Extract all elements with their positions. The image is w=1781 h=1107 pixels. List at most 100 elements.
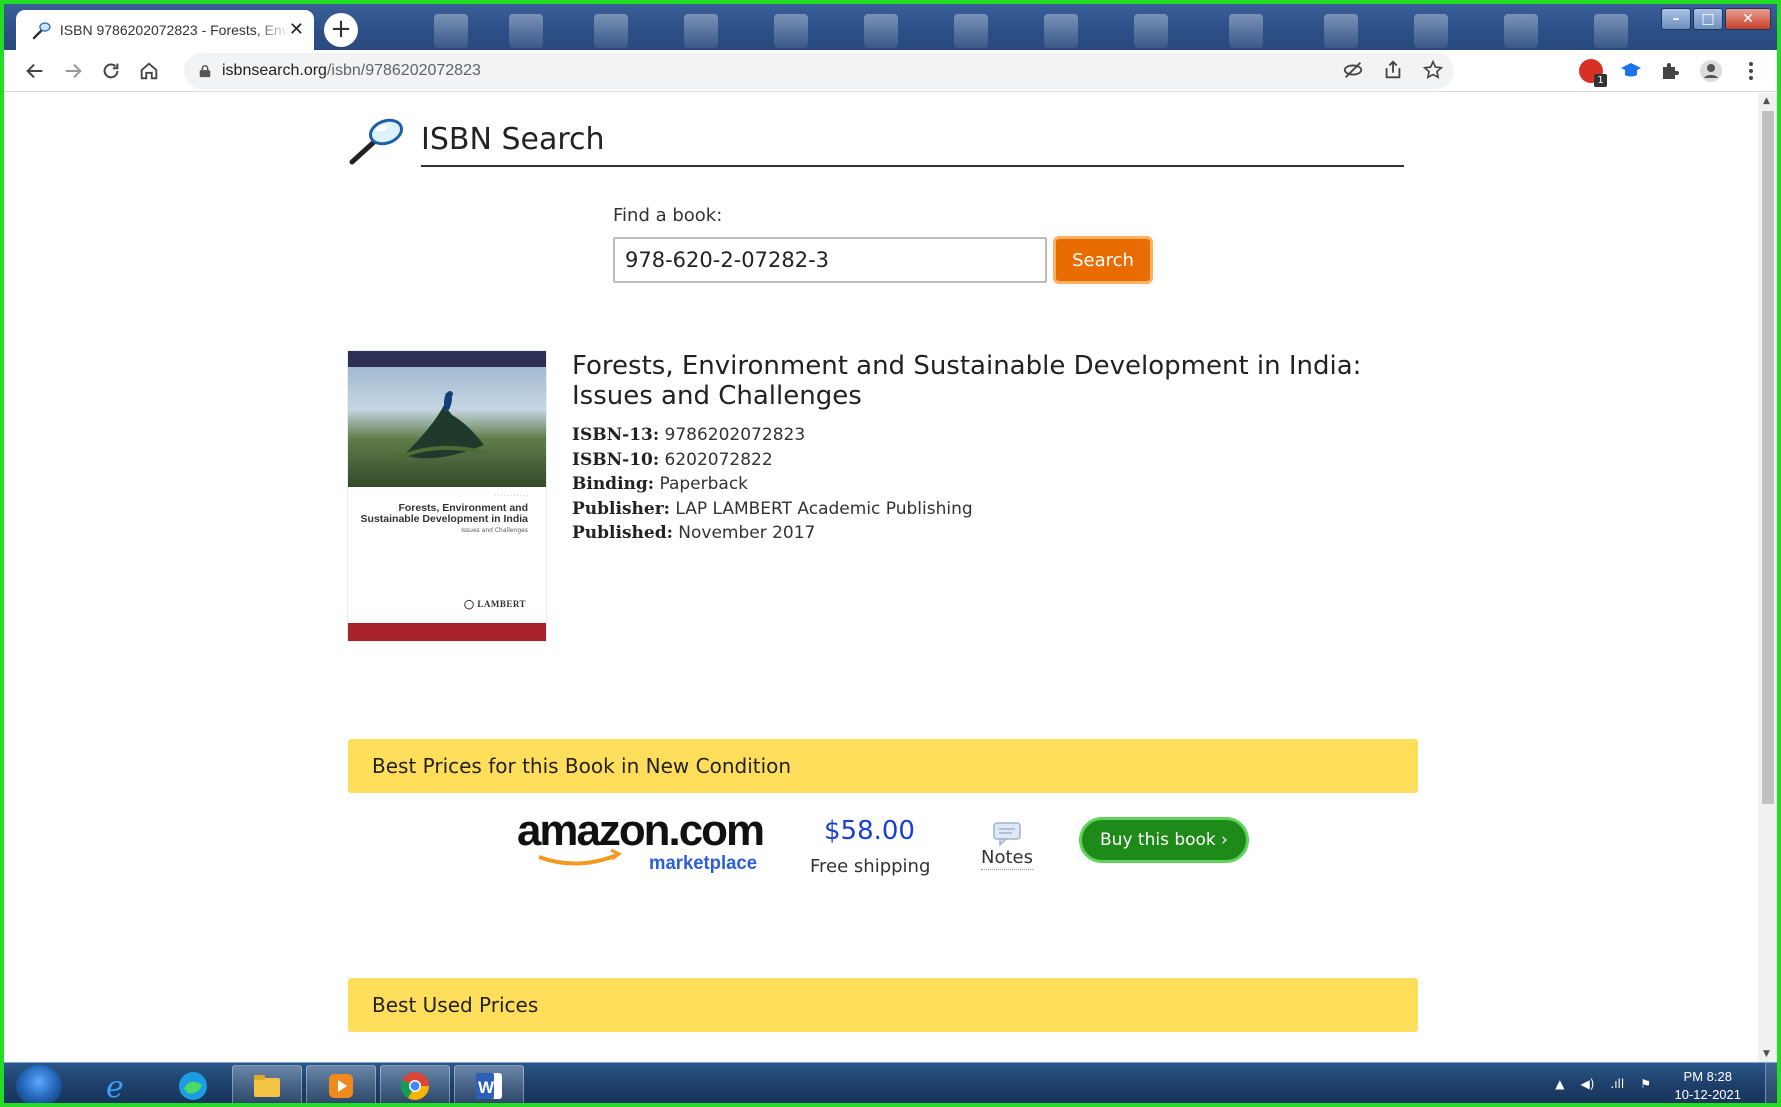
internet-explorer-icon: e: [106, 1070, 124, 1103]
page-scrollbar[interactable]: ▲ ▼: [1758, 93, 1777, 1062]
minimize-button[interactable]: –: [1661, 8, 1691, 30]
show-desktop-button[interactable]: [1765, 1063, 1781, 1107]
cover-brand-text: LAMBERT: [477, 599, 527, 609]
scroll-up-arrow-icon[interactable]: ▲: [1763, 96, 1770, 106]
cover-publisher-logo: ◯ LAMBERT: [464, 599, 527, 609]
book-details: ISBN-13: 9786202072823 ISBN-10: 62020728…: [572, 423, 973, 546]
page-content: ISBN Search Find a book: Search · · · · …: [4, 93, 1758, 1062]
home-button[interactable]: [130, 52, 168, 90]
media-player-icon: [329, 1074, 353, 1098]
cover-author-line: · · · · · · · · · · ·: [494, 493, 528, 499]
used-prices-heading: Best Used Prices: [348, 978, 1418, 1032]
url-path: /isbn/9786202072823: [326, 62, 481, 79]
volume-icon[interactable]: ◀): [1580, 1077, 1594, 1091]
taskbar-media-player[interactable]: [306, 1065, 376, 1107]
browser-tab[interactable]: ISBN 9786202072823 - Forests, Environmen…: [16, 10, 314, 50]
buy-this-book-button[interactable]: Buy this book ›: [1079, 817, 1249, 863]
adblock-extension-icon[interactable]: [1579, 59, 1607, 87]
amazon-marketplace-text: marketplace: [649, 853, 757, 874]
cover-subtitle: Issues and Challenges: [461, 527, 528, 534]
tab-title: ISBN 9786202072823 - Forests, Environmen…: [59, 22, 289, 38]
maximize-button[interactable]: □: [1693, 8, 1723, 30]
book-cover-image: · · · · · · · · · · · Forests, Environme…: [348, 351, 546, 641]
reload-icon: [103, 63, 119, 78]
cover-bottom-band: [348, 623, 546, 641]
windows-taskbar: e W ▲ ◀) .ıll ⚑ PM 8:28 10-12-2021: [0, 1062, 1781, 1107]
field-value: LAP LAMBERT Academic Publishing: [675, 498, 973, 519]
browser-toolbar: isbnsearch.org/isbn/9786202072823: [4, 50, 1777, 92]
taskbar-word[interactable]: W: [454, 1065, 524, 1107]
action-center-flag-icon[interactable]: ⚑: [1640, 1077, 1651, 1091]
back-button[interactable]: [16, 52, 54, 90]
taskbar-file-explorer[interactable]: [232, 1065, 302, 1107]
extensions-puzzle-icon[interactable]: [1659, 59, 1683, 83]
window-controls: – □ ✕: [1661, 8, 1771, 30]
graduation-cap-extension-icon[interactable]: [1619, 59, 1643, 83]
reload-button[interactable]: [92, 52, 130, 90]
site-title: ISBN Search: [421, 122, 605, 157]
forward-arrow-icon: [65, 63, 82, 78]
kebab-menu-icon[interactable]: [1739, 59, 1763, 83]
notes-link[interactable]: Notes: [976, 821, 1038, 870]
amazon-wordmark: amazon.com: [517, 806, 763, 855]
chrome-icon: [400, 1072, 429, 1100]
taskbar-clock[interactable]: PM 8:28 10-12-2021: [1675, 1068, 1742, 1104]
tab-close-icon[interactable]: ✕: [289, 21, 304, 39]
published-row: Published: November 2017: [572, 521, 973, 546]
eye-off-icon[interactable]: [1342, 59, 1364, 81]
browser-title-bar: ISBN 9786202072823 - Forests, Environmen…: [4, 4, 1777, 50]
tray-expand-icon[interactable]: ▲: [1555, 1077, 1564, 1091]
price-value[interactable]: $58.00: [824, 816, 915, 846]
field-value: 9786202072823: [664, 425, 806, 445]
taskbar-edge[interactable]: [158, 1065, 228, 1107]
back-arrow-icon: [26, 63, 43, 78]
shipping-text: Free shipping: [810, 856, 931, 877]
svg-text:e: e: [106, 1070, 124, 1103]
start-button[interactable]: [16, 1065, 62, 1107]
cover-top-band: [348, 351, 546, 367]
forward-button[interactable]: [54, 52, 92, 90]
home-icon: [140, 61, 158, 79]
profile-avatar-icon[interactable]: [1699, 59, 1723, 83]
field-label: Binding:: [572, 474, 655, 494]
new-tab-button[interactable]: +: [324, 13, 358, 47]
url-host: isbnsearch.org: [222, 62, 327, 79]
binding-row: Binding: Paperback: [572, 472, 973, 497]
clock-time: PM 8:28: [1683, 1069, 1732, 1084]
edge-icon: [179, 1072, 207, 1100]
network-signal-icon[interactable]: .ıll: [1610, 1077, 1624, 1091]
speech-bubble-icon: [993, 822, 1021, 847]
close-window-button[interactable]: ✕: [1725, 8, 1771, 30]
field-label: Published:: [572, 523, 673, 543]
field-value: Paperback: [659, 474, 749, 494]
taskbar-chrome[interactable]: [380, 1065, 450, 1107]
address-bar[interactable]: isbnsearch.org/isbn/9786202072823: [184, 53, 1454, 89]
bookmark-star-icon[interactable]: [1422, 59, 1444, 81]
isbn-search-input[interactable]: [613, 237, 1047, 283]
magnifier-favicon-icon: [32, 22, 51, 40]
field-value: November 2017: [678, 523, 816, 543]
book-title: Forests, Environment and Sustainable Dev…: [572, 351, 1362, 411]
taskbar-internet-explorer[interactable]: e: [84, 1065, 154, 1107]
publisher-row: Publisher: LAP LAMBERT Academic Publishi…: [572, 497, 973, 522]
clock-date: 10-12-2021: [1674, 1087, 1742, 1102]
search-button[interactable]: Search: [1053, 236, 1153, 284]
find-book-label: Find a book:: [613, 205, 723, 226]
svg-text:W: W: [478, 1078, 495, 1097]
scroll-down-arrow-icon[interactable]: ▼: [1763, 1049, 1770, 1059]
folder-icon: [254, 1075, 280, 1097]
isbn10-row: ISBN-10: 6202072822: [572, 448, 973, 473]
notes-label: Notes: [981, 847, 1033, 870]
url-text: isbnsearch.org/isbn/9786202072823: [222, 62, 481, 80]
lock-icon: [199, 65, 211, 78]
share-icon[interactable]: [1382, 59, 1404, 81]
amazon-marketplace-logo[interactable]: amazon.com marketplace: [517, 805, 767, 875]
cover-title: Forests, Environment and Sustainable Dev…: [360, 502, 528, 525]
magnifying-glass-logo-icon: [349, 118, 403, 165]
isbn13-row: ISBN-13: 9786202072823: [572, 423, 973, 448]
word-icon: W: [476, 1073, 502, 1099]
field-value: 6202072822: [664, 449, 773, 470]
system-tray: ▲ ◀) .ıll ⚑: [1555, 1077, 1651, 1091]
new-prices-heading: Best Prices for this Book in New Conditi…: [348, 739, 1418, 793]
scrollbar-thumb[interactable]: [1762, 111, 1774, 804]
